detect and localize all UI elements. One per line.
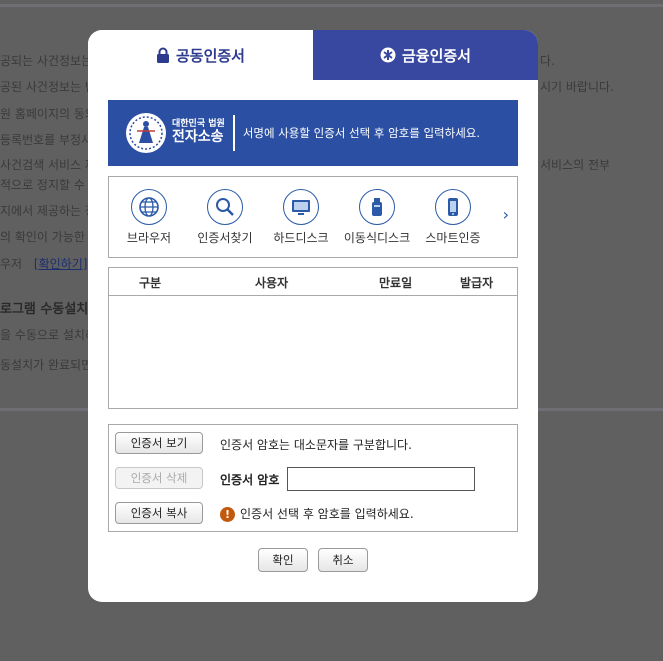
hint-text: 인증서 선택 후 암호를 입력하세요.	[240, 507, 414, 521]
bg-text: 동설치가 완료되면	[0, 358, 93, 372]
hint-row: ! 인증서 선택 후 암호를 입력하세요.	[220, 505, 414, 522]
media-icon-circle	[131, 189, 167, 225]
bg-text: 지에서 제공하는 정	[0, 204, 96, 218]
bg-text: 을 수동으로 설치하	[0, 328, 96, 342]
storage-media-bar: 브라우저 인증서찾기 하드디스크 이동식디스크 스마트인증 ›	[108, 176, 518, 258]
financial-cert-icon	[380, 47, 396, 63]
confirm-link[interactable]: [확인하기]	[34, 257, 88, 271]
brand: 대한민국 법원 전자소송	[172, 119, 225, 146]
cancel-button[interactable]: 취소	[318, 548, 368, 572]
bg-text: 사건검색 서비스 제	[0, 158, 96, 172]
media-find-cert[interactable]: 인증서찾기	[185, 189, 265, 246]
delete-cert-button[interactable]: 인증서 삭제	[115, 467, 203, 489]
banner-message: 서명에 사용할 인증서 선택 후 암호를 입력하세요.	[242, 126, 481, 140]
globe-icon	[139, 197, 159, 217]
media-label: 스마트인증	[425, 231, 481, 245]
media-label: 하드디스크	[273, 231, 329, 245]
media-label: 이동식디스크	[343, 231, 411, 245]
column-header: 구분	[139, 276, 162, 290]
monitor-icon	[292, 200, 310, 215]
copy-cert-button[interactable]: 인증서 복사	[115, 502, 203, 524]
court-seal-logo	[126, 113, 166, 153]
tab-financial-cert[interactable]: 금융인증서	[313, 30, 538, 80]
media-smart-cert[interactable]: 스마트인증	[413, 189, 493, 246]
ok-button[interactable]: 확인	[258, 548, 308, 572]
bg-text: 등록번호를 부정사	[0, 133, 93, 147]
magnifier-icon	[216, 198, 234, 216]
divider	[232, 115, 235, 151]
bg-heading: 로그램 수동설치	[0, 302, 89, 317]
bg-text: 시기 바랍니다.	[540, 80, 614, 94]
media-label: 브라우저	[126, 231, 172, 245]
column-header: 발급자	[460, 276, 494, 290]
bg-text-label: 우저	[0, 257, 23, 271]
column-header: 사용자	[255, 276, 289, 290]
chevron-right-icon[interactable]: ›	[503, 205, 509, 224]
brand-name: 전자소송	[172, 129, 224, 146]
bg-text: 원 홈페이지의 동의	[0, 107, 96, 121]
media-icon-circle	[207, 189, 243, 225]
certificate-controls: 인증서 보기 인증서 암호는 대소문자를 구분합니다. 인증서 삭제 인증서 암…	[108, 424, 518, 532]
court-emblem-icon	[129, 116, 163, 150]
tab-label: 금융인증서	[401, 46, 471, 65]
warning-icon: !	[220, 507, 235, 522]
media-icon-circle	[359, 189, 395, 225]
media-browser[interactable]: 브라우저	[109, 189, 189, 246]
bg-text: 의 확인이 가능한	[0, 230, 85, 244]
smartphone-icon	[448, 198, 458, 216]
column-header: 만료일	[379, 276, 413, 290]
divider	[0, 4, 663, 7]
bg-text: 우저 [확인하기]	[0, 255, 87, 272]
banner: 대한민국 법원 전자소송 서명에 사용할 인증서 선택 후 암호를 입력하세요.	[108, 100, 518, 166]
certificate-dialog: 공동인증서 금융인증서 대한민국 법원 전자소송 서명에 사용할 인증서 선택 …	[88, 30, 538, 602]
certificate-table: 구분 사용자 만료일 발급자	[108, 267, 518, 409]
bg-text: 적으로 정지할 수	[0, 178, 85, 192]
view-cert-button[interactable]: 인증서 보기	[115, 432, 203, 454]
bg-text: 공된 사건정보는 반	[0, 80, 96, 94]
media-icon-circle	[435, 189, 471, 225]
password-label: 인증서 암호	[220, 473, 280, 487]
table-header: 구분 사용자 만료일 발급자	[109, 268, 517, 296]
case-sensitivity-note: 인증서 암호는 대소문자를 구분합니다.	[220, 438, 412, 452]
lock-icon	[156, 47, 169, 63]
bg-text: 공되는 사건정보는	[0, 54, 93, 68]
media-removable-disk[interactable]: 이동식디스크	[337, 189, 417, 246]
tab-label: 공동인증서	[175, 46, 245, 65]
bg-text: 서비스의 전부	[540, 158, 611, 172]
cert-tabs: 공동인증서 금융인증서	[88, 30, 538, 80]
bg-text: 다.	[540, 54, 555, 68]
tab-public-cert[interactable]: 공동인증서	[88, 30, 313, 80]
password-field[interactable]	[287, 467, 475, 491]
media-icon-circle	[283, 189, 319, 225]
usb-icon	[372, 198, 382, 216]
media-label: 인증서찾기	[197, 231, 253, 245]
media-hard-disk[interactable]: 하드디스크	[261, 189, 341, 246]
